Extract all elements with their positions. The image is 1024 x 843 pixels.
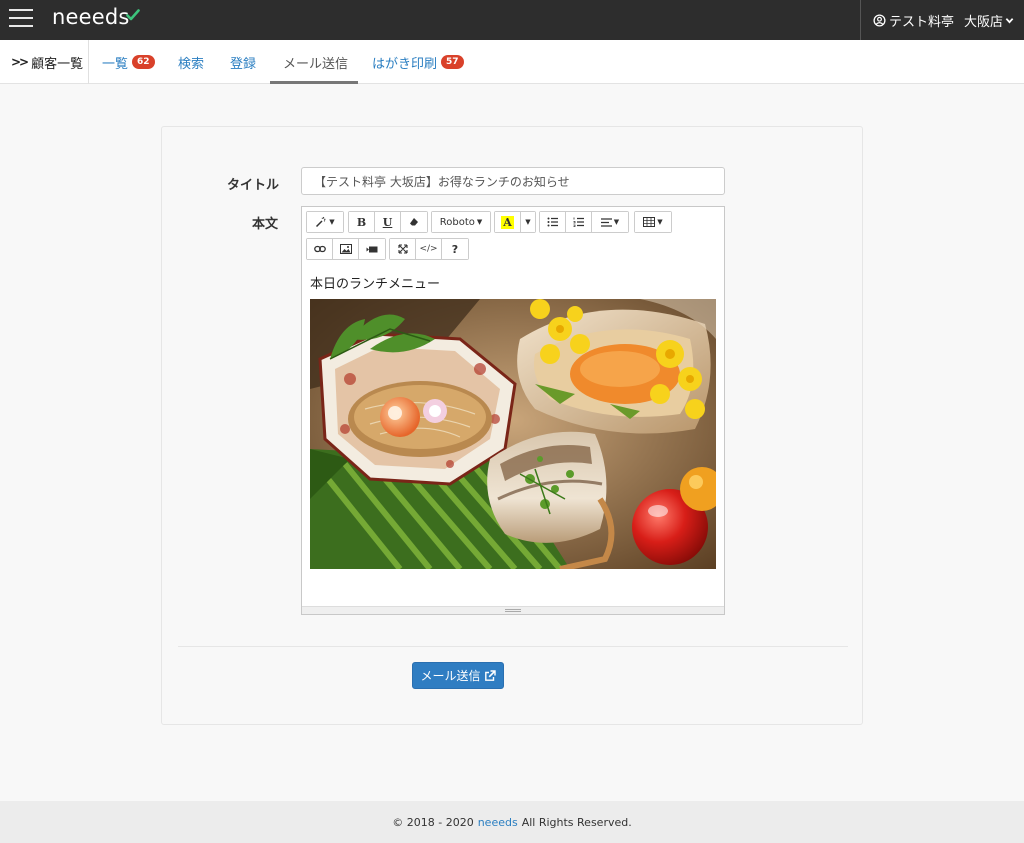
tab-postcard-print[interactable]: はがき印刷 57 (372, 40, 464, 84)
count-badge: 57 (441, 55, 464, 69)
video-button[interactable] (359, 239, 385, 259)
tab-register[interactable]: 登録 (230, 40, 256, 84)
mail-form-card: タイトル 本文 ▼ B U Roboto▼ A ▼ (161, 126, 863, 725)
tab-search[interactable]: 検索 (178, 40, 204, 84)
clear-format-button[interactable] (401, 212, 427, 232)
top-bar: neeeds テスト料亭 大阪店 (0, 0, 1024, 40)
body-label: 本文 (252, 217, 279, 232)
ordered-list-icon (573, 217, 584, 227)
active-tab-indicator (270, 81, 358, 84)
body-text: 本日のランチメニュー (310, 277, 441, 292)
copyright-text: © 2018 - 2020 (392, 815, 474, 829)
form-divider (178, 646, 848, 647)
tab-register-label: 登録 (230, 56, 257, 72)
font-family-value: Roboto (439, 216, 475, 228)
tab-send-mail[interactable]: メール送信 (283, 40, 348, 84)
fullscreen-button[interactable] (390, 239, 416, 259)
style-group: ▼ (306, 211, 344, 233)
title-input[interactable] (301, 167, 725, 195)
insert-group (306, 238, 386, 260)
double-chevron-icon: >> (11, 55, 29, 69)
tab-list[interactable]: 一覧 62 (102, 40, 155, 84)
external-link-icon (484, 669, 496, 681)
tab-postcard-label: はがき印刷 (372, 56, 438, 72)
align-dropdown-button[interactable]: ▼ (592, 212, 628, 232)
bullet-list-icon (547, 217, 558, 227)
account-area: テスト料亭 大阪店 (860, 0, 1024, 40)
page-footer: © 2018 - 2020 neeeds All Rights Reserved… (0, 801, 1024, 843)
editor-content[interactable]: 本日のランチメニュー (310, 273, 716, 293)
underline-button[interactable]: U (375, 212, 401, 232)
table-dropdown-button[interactable]: ▼ (635, 212, 671, 232)
rich-text-editor: ▼ B U Roboto ▼ A ▼ ▼ ▼ </> ? 本日のランチメニュー (301, 206, 725, 615)
code-view-button[interactable]: </> (416, 239, 442, 259)
rights-text: All Rights Reserved. (521, 815, 632, 829)
store-name: 大阪店 (964, 15, 1004, 30)
view-group: </> ? (389, 238, 469, 260)
breadcrumb-label: 顧客一覧 (31, 56, 84, 72)
font-format-group: B U (348, 211, 428, 233)
lunch-photo[interactable] (310, 299, 716, 569)
bullet-list-button[interactable] (540, 212, 566, 232)
link-button[interactable] (307, 239, 333, 259)
eraser-icon (410, 218, 418, 226)
user-menu[interactable]: テスト料亭 (873, 11, 954, 30)
code-icon: </> (419, 244, 438, 254)
brand-logo[interactable]: neeeds (52, 5, 130, 29)
expand-icon (397, 244, 408, 254)
store-selector[interactable]: 大阪店 (964, 11, 1014, 30)
table-icon (643, 217, 656, 227)
text-color-button[interactable]: A (495, 212, 521, 232)
check-icon (126, 9, 140, 21)
tab-send-mail-label: メール送信 (283, 56, 349, 72)
count-badge: 62 (132, 55, 155, 69)
send-mail-button[interactable]: メール送信 (412, 662, 504, 689)
title-label: タイトル (227, 178, 280, 193)
breadcrumb[interactable]: >> 顧客一覧 (0, 40, 89, 84)
ordered-list-button[interactable] (566, 212, 592, 232)
help-button[interactable]: ? (442, 239, 468, 259)
user-circle-icon (873, 14, 886, 27)
grip-icon (505, 609, 521, 612)
magic-wand-icon (316, 216, 326, 228)
image-icon (339, 244, 352, 254)
magic-style-button[interactable]: ▼ (307, 212, 343, 232)
table-group: ▼ (634, 211, 672, 233)
tab-search-label: 検索 (178, 56, 205, 72)
tab-navigation: >> 顧客一覧 一覧 62 検索 登録 メール送信 はがき印刷 57 (0, 40, 1024, 84)
align-left-icon (600, 217, 612, 227)
footer-brand-link[interactable]: neeeds (478, 816, 518, 829)
font-color-icon: A (501, 215, 514, 229)
color-dropdown-button[interactable]: ▼ (521, 212, 535, 232)
editor-resize-handle[interactable] (302, 606, 724, 614)
font-family-group: Roboto ▼ (431, 211, 491, 233)
bold-button[interactable]: B (349, 212, 375, 232)
menu-icon[interactable] (9, 8, 33, 28)
send-mail-label: メール送信 (420, 669, 481, 683)
link-icon (313, 245, 326, 253)
video-icon (366, 246, 378, 252)
tab-list-label: 一覧 (102, 56, 129, 72)
paragraph-group: ▼ (539, 211, 629, 233)
image-button[interactable] (333, 239, 359, 259)
font-family-dropdown[interactable]: Roboto ▼ (432, 212, 490, 232)
chevron-down-icon (1005, 18, 1014, 24)
color-group: A ▼ (494, 211, 536, 233)
user-name: テスト料亭 (889, 15, 955, 30)
